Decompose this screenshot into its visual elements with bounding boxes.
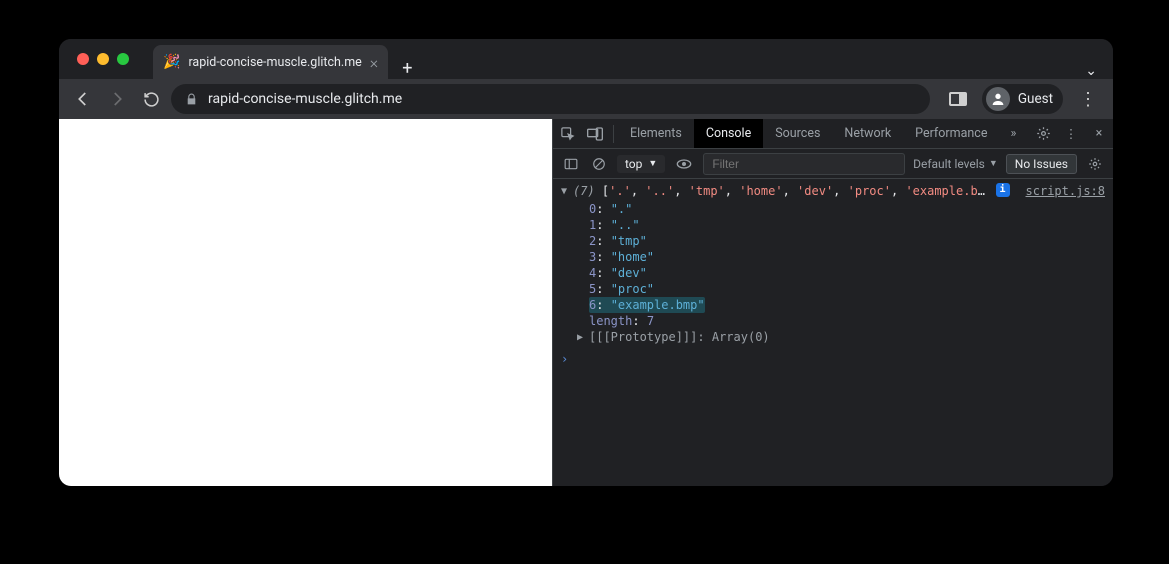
array-entry[interactable]: 3: "home": [589, 249, 1113, 265]
tab-favicon: 🎉: [163, 54, 180, 70]
chevron-down-icon: ▼: [648, 158, 657, 169]
tab-performance[interactable]: Performance: [903, 119, 999, 148]
console-output[interactable]: ▼ (7) ['.', '..', 'tmp', 'home', 'dev', …: [553, 179, 1113, 486]
devtools-settings-icon[interactable]: [1029, 119, 1057, 148]
browser-tab[interactable]: 🎉 rapid-concise-muscle.glitch.me ×: [153, 45, 388, 79]
context-selector[interactable]: top ▼: [617, 155, 665, 173]
expand-icon[interactable]: ▼: [561, 184, 567, 200]
content-area: Elements Console Sources Network Perform…: [59, 119, 1113, 486]
array-entry[interactable]: 2: "tmp": [589, 233, 1113, 249]
more-tabs-icon[interactable]: »: [999, 119, 1027, 148]
close-tab-icon[interactable]: ×: [370, 53, 378, 72]
expand-icon[interactable]: ▶: [577, 330, 583, 346]
clear-console-icon[interactable]: [589, 149, 609, 178]
close-window-button[interactable]: [77, 53, 89, 65]
new-tab-button[interactable]: +: [388, 58, 426, 79]
prototype-row[interactable]: ▶ [[[Prototype]]]: Array(0): [553, 329, 1113, 349]
device-toolbar-icon[interactable]: [581, 119, 609, 148]
tab-elements[interactable]: Elements: [618, 119, 694, 148]
avatar-icon: [986, 87, 1010, 111]
devtools-panel: Elements Console Sources Network Perform…: [552, 119, 1113, 486]
profile-button[interactable]: Guest: [982, 84, 1063, 114]
back-button[interactable]: [69, 85, 97, 113]
tab-console[interactable]: Console: [694, 119, 763, 148]
live-expression-icon[interactable]: [673, 149, 695, 178]
minimize-window-button[interactable]: [97, 53, 109, 65]
log-levels-selector[interactable]: Default levels ▼: [913, 157, 998, 171]
filter-input[interactable]: [703, 153, 905, 175]
tab-strip: 🎉 rapid-concise-muscle.glitch.me × + ⌄: [59, 39, 1113, 79]
close-devtools-icon[interactable]: ×: [1085, 119, 1113, 148]
lock-icon: [185, 93, 198, 106]
console-settings-icon[interactable]: [1085, 149, 1105, 178]
address-bar[interactable]: rapid-concise-muscle.glitch.me: [171, 84, 930, 114]
side-panel-button[interactable]: [944, 85, 972, 113]
array-summary: (7) ['.', '..', 'tmp', 'home', 'dev', 'p…: [573, 183, 990, 199]
array-entry[interactable]: 5: "proc": [589, 281, 1113, 297]
console-sidebar-toggle-icon[interactable]: [561, 149, 581, 178]
browser-menu-button[interactable]: ⋮: [1073, 89, 1103, 110]
devtools-menu-icon[interactable]: ⋮: [1057, 119, 1085, 148]
inspect-element-icon[interactable]: [553, 119, 581, 148]
browser-window: 🎉 rapid-concise-muscle.glitch.me × + ⌄ r…: [59, 39, 1113, 486]
tab-title: rapid-concise-muscle.glitch.me: [188, 55, 361, 70]
console-log-row[interactable]: ▼ (7) ['.', '..', 'tmp', 'home', 'dev', …: [553, 181, 1113, 201]
array-entry[interactable]: 4: "dev": [589, 265, 1113, 281]
reload-button[interactable]: [137, 85, 165, 113]
tab-network[interactable]: Network: [832, 119, 903, 148]
fullscreen-window-button[interactable]: [117, 53, 129, 65]
window-controls: [71, 39, 135, 79]
console-prompt[interactable]: ›: [553, 349, 1113, 369]
console-toolbar: top ▼ Default levels ▼ No Issues: [553, 149, 1113, 179]
profile-label: Guest: [1018, 91, 1053, 107]
length-row: length: 7: [589, 313, 1113, 329]
tabs-menu-button[interactable]: ⌄: [1069, 63, 1113, 79]
tab-sources[interactable]: Sources: [763, 119, 832, 148]
context-label: top: [625, 157, 642, 171]
forward-button[interactable]: [103, 85, 131, 113]
source-link[interactable]: script.js:8: [1010, 183, 1105, 199]
chevron-down-icon: ▼: [989, 158, 998, 169]
toolbar: rapid-concise-muscle.glitch.me Guest ⋮: [59, 79, 1113, 119]
levels-label: Default levels: [913, 157, 985, 171]
page-viewport[interactable]: [59, 119, 552, 486]
array-entry[interactable]: 6: "example.bmp": [589, 297, 705, 313]
array-entry[interactable]: 0: ".": [589, 201, 1113, 217]
array-entries: 0: "."1: ".."2: "tmp"3: "home"4: "dev"5:…: [553, 201, 1113, 329]
info-badge-icon[interactable]: i: [996, 183, 1010, 197]
array-entry[interactable]: 1: "..": [589, 217, 1113, 233]
url-text: rapid-concise-muscle.glitch.me: [208, 91, 402, 107]
issues-button[interactable]: No Issues: [1006, 154, 1077, 174]
devtools-tabstrip: Elements Console Sources Network Perform…: [553, 119, 1113, 149]
